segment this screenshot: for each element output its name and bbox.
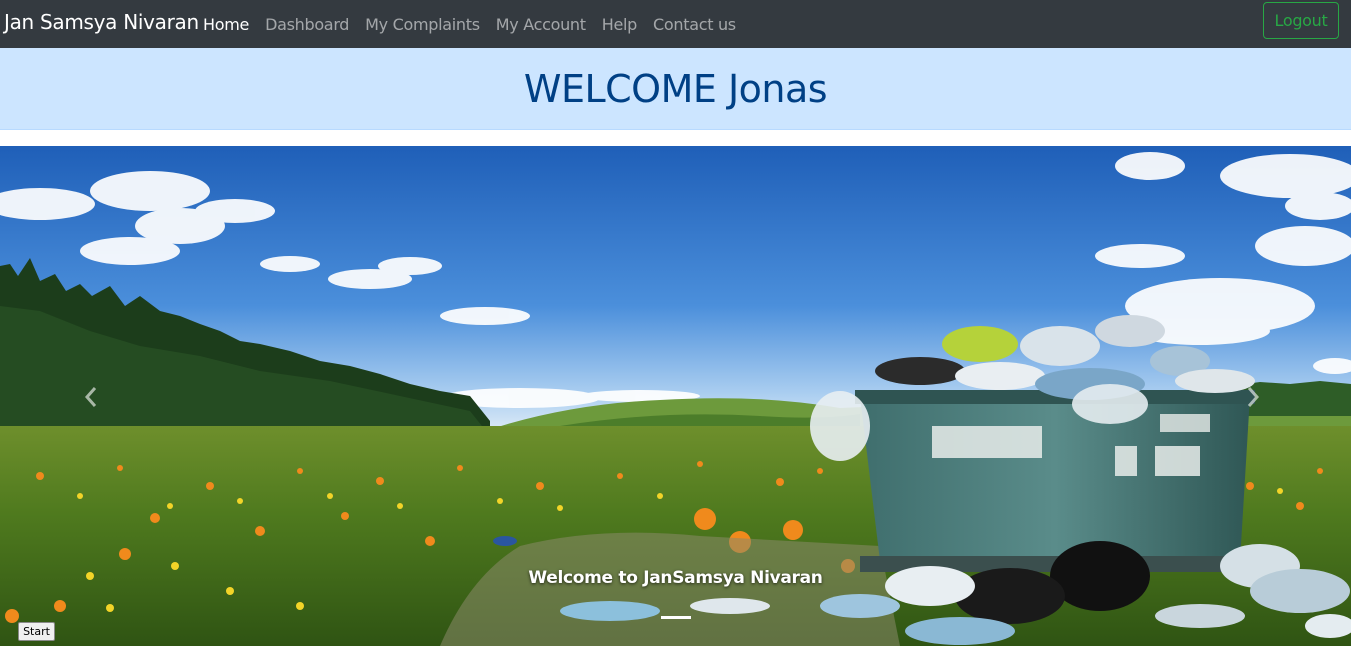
logout-button[interactable]: Logout xyxy=(1263,2,1339,39)
carousel: Welcome to JanSamsya Nivaran Start xyxy=(0,146,1351,646)
nav-link-my-account[interactable]: My Account xyxy=(488,15,594,34)
nav-link-my-complaints[interactable]: My Complaints xyxy=(357,15,488,34)
nav-link-dashboard[interactable]: Dashboard xyxy=(257,15,357,34)
chevron-left-icon xyxy=(84,387,97,407)
nav-link-home[interactable]: Home xyxy=(195,15,257,34)
navbar: Jan Samsya Nivaran Home Dashboard My Com… xyxy=(0,0,1351,48)
carousel-caption: Welcome to JanSamsya Nivaran xyxy=(528,568,823,588)
start-button[interactable]: Start xyxy=(18,622,55,641)
carousel-prev-button[interactable] xyxy=(76,382,106,412)
carousel-indicators xyxy=(0,616,1351,619)
chevron-right-icon xyxy=(1247,387,1260,407)
welcome-banner: WELCOME Jonas xyxy=(0,48,1351,130)
carousel-next-button[interactable] xyxy=(1238,382,1268,412)
welcome-heading: WELCOME Jonas xyxy=(523,66,828,111)
nav-links: Home Dashboard My Complaints My Account … xyxy=(195,0,744,48)
brand-logo-text[interactable]: Jan Samsya Nivaran xyxy=(4,10,199,34)
carousel-indicator-active[interactable] xyxy=(660,616,691,619)
nav-link-contact-us[interactable]: Contact us xyxy=(645,15,744,34)
nav-link-help[interactable]: Help xyxy=(594,15,645,34)
